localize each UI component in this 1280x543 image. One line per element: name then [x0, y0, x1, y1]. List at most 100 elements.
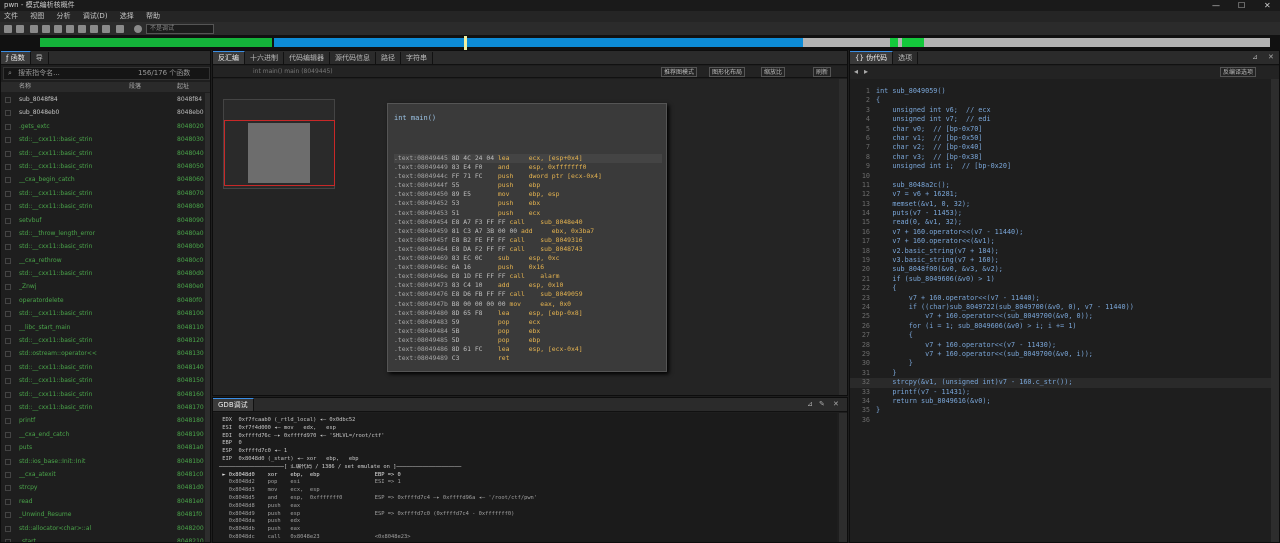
- code-line[interactable]: 32 strcpy(&v1, (unsigned int)v7 - 160.c_…: [850, 378, 1279, 388]
- menu-analyze[interactable]: 分析: [56, 11, 70, 22]
- function-row[interactable]: printf 8048180: [1, 414, 210, 427]
- play-icon[interactable]: [54, 25, 62, 33]
- code-line[interactable]: 6 char v1; // [bp-0x50]: [850, 134, 1279, 143]
- minimize-button[interactable]: —: [1212, 0, 1220, 11]
- code-line[interactable]: 22 {: [850, 284, 1279, 293]
- step-over-icon[interactable]: [66, 25, 74, 33]
- row-checkbox[interactable]: [5, 458, 11, 465]
- instruction-line[interactable]: .text:0804946c 6A 16 push 0x16: [394, 263, 662, 272]
- code-line[interactable]: 11 sub_8048a2c();: [850, 181, 1279, 190]
- close-button[interactable]: ✕: [1264, 0, 1271, 11]
- row-checkbox[interactable]: [5, 297, 11, 304]
- code-line[interactable]: 33 printf(v7 - 11431);: [850, 388, 1279, 397]
- debugger-scrollbar[interactable]: [839, 413, 847, 542]
- code-line[interactable]: 18 v2.basic_string(v7 + 184);: [850, 247, 1279, 256]
- row-checkbox[interactable]: [5, 338, 11, 345]
- row-checkbox[interactable]: [5, 177, 11, 184]
- function-row[interactable]: std::__cxx11::basic_strin 8048160: [1, 388, 210, 401]
- code-line[interactable]: 17 v7 + 160.operator<<(&v1);: [850, 237, 1279, 246]
- code-line[interactable]: 36: [850, 416, 1279, 425]
- function-row[interactable]: setvbuf 8048090: [1, 214, 210, 227]
- instruction-line[interactable]: .text:0804945f E8 B2 FE FF FF call sub_8…: [394, 236, 662, 245]
- instruction-line[interactable]: .text:08049485 5D pop ebp: [394, 336, 662, 345]
- graph-scrollbar[interactable]: [839, 79, 847, 395]
- code-line[interactable]: 29 v7 + 160.operator<<(sub_8049700(&v0, …: [850, 350, 1279, 359]
- code-line[interactable]: 13 memset(&v1, 0, 32);: [850, 200, 1279, 209]
- function-row[interactable]: __cxa_end_catch 8048190: [1, 428, 210, 441]
- instruction-line[interactable]: .text:0804944c FF 71 FC push dword ptr […: [394, 172, 662, 181]
- function-row[interactable]: strcpy 80481d0: [1, 481, 210, 494]
- row-checkbox[interactable]: [5, 485, 11, 492]
- function-row[interactable]: operatordelete 80480f0: [1, 294, 210, 307]
- row-checkbox[interactable]: [5, 471, 11, 478]
- tab-disasm-3[interactable]: 源代码信息: [330, 52, 376, 65]
- function-row[interactable]: std::ostream::operator<< 8048130: [1, 347, 210, 360]
- code-line[interactable]: 7 char v2; // [bp-0x40]: [850, 143, 1279, 152]
- refresh-button[interactable]: 刷新: [813, 67, 832, 77]
- code-line[interactable]: 10: [850, 172, 1279, 181]
- function-row[interactable]: __libc_start_main 8048110: [1, 321, 210, 334]
- instruction-line[interactable]: .text:0804947b B8 00 00 00 00 mov eax, 0…: [394, 300, 662, 309]
- row-checkbox[interactable]: [5, 364, 11, 371]
- cursor-icon[interactable]: [116, 25, 124, 33]
- tab-imports[interactable]: 导: [31, 52, 49, 65]
- pane-menu-icon[interactable]: ✎: [819, 400, 825, 408]
- code-line[interactable]: 25 v7 + 160.operator<<(sub_8049700(&v0, …: [850, 312, 1279, 321]
- code-line[interactable]: 5 char v0; // [bp-0x70]: [850, 125, 1279, 134]
- maximize-button[interactable]: ☐: [1238, 0, 1245, 11]
- stop-icon[interactable]: [134, 25, 142, 33]
- col-address[interactable]: 起址: [177, 82, 189, 92]
- functions-scrollbar[interactable]: [205, 93, 210, 542]
- instruction-line[interactable]: .text:08049473 83 C4 10 add esp, 0x10: [394, 281, 662, 290]
- tab-disasm-2[interactable]: 代码编辑器: [284, 52, 330, 65]
- function-row[interactable]: std::__cxx11::basic_strin 8048170: [1, 401, 210, 414]
- run-back-icon[interactable]: [42, 25, 50, 33]
- code-line[interactable]: 8 char v3; // [bp-0x38]: [850, 153, 1279, 162]
- graph-mode-button[interactable]: 推荐图模式: [661, 67, 698, 77]
- instruction-line[interactable]: .text:08049486 8D 61 FC lea esp, [ecx-0x…: [394, 345, 662, 354]
- undo-icon[interactable]: [90, 25, 98, 33]
- menu-debug[interactable]: 调试(D): [83, 11, 108, 22]
- tab-options[interactable]: 选项: [893, 52, 919, 65]
- instruction-line[interactable]: .text:08049469 83 EC 0C sub esp, 0xc: [394, 254, 662, 263]
- instruction-line[interactable]: .text:08049454 E8 A7 F3 FF FF call sub_8…: [394, 218, 662, 227]
- code-line[interactable]: 4 unsigned int v7; // edi: [850, 115, 1279, 124]
- row-checkbox[interactable]: [5, 110, 11, 117]
- function-row[interactable]: __cxa_begin_catch 8048060: [1, 173, 210, 186]
- row-checkbox[interactable]: [5, 512, 11, 519]
- row-checkbox[interactable]: [5, 150, 11, 157]
- row-checkbox[interactable]: [5, 525, 11, 532]
- row-checkbox[interactable]: [5, 378, 11, 385]
- tab-disasm-0[interactable]: 反汇编: [213, 51, 245, 64]
- code-line[interactable]: 21 if (sub_8049606(&v0) > 1): [850, 275, 1279, 284]
- row-checkbox[interactable]: [5, 351, 11, 358]
- minimap-viewport[interactable]: [224, 120, 335, 186]
- redo-icon[interactable]: [102, 25, 110, 33]
- row-checkbox[interactable]: [5, 163, 11, 170]
- code-line[interactable]: 26 for (i = 1; sub_8049606(&v0) > i; i +…: [850, 322, 1279, 331]
- navigation-band[interactable]: [0, 36, 1280, 50]
- menu-help[interactable]: 帮助: [146, 11, 160, 22]
- layout-select[interactable]: 图形化布局: [709, 67, 746, 77]
- code-line[interactable]: 15 read(0, &v1, 32);: [850, 218, 1279, 227]
- code-line[interactable]: 19 v3.basic_string(v7 + 160);: [850, 256, 1279, 265]
- function-row[interactable]: std::__cxx11::basic_strin 80480d0: [1, 267, 210, 280]
- tab-disasm-1[interactable]: 十六进制: [245, 52, 284, 65]
- function-row[interactable]: puts 80481a0: [1, 441, 210, 454]
- row-checkbox[interactable]: [5, 204, 11, 211]
- code-line[interactable]: 16 v7 + 160.operator<<(v7 - 11440);: [850, 228, 1279, 237]
- row-checkbox[interactable]: [5, 244, 11, 251]
- function-row[interactable]: std::allocator<char>::al 8048200: [1, 522, 210, 535]
- code-line[interactable]: 35}: [850, 406, 1279, 415]
- code-line[interactable]: 31 }: [850, 369, 1279, 378]
- save-icon[interactable]: [16, 25, 24, 33]
- function-row[interactable]: std::__cxx11::basic_strin 8048120: [1, 334, 210, 347]
- instruction-line[interactable]: .text:08049445 8D 4C 24 04 lea ecx, [esp…: [394, 154, 662, 164]
- tab-functions[interactable]: ƒ 函数: [1, 51, 31, 64]
- tab-gdb[interactable]: GDB调试: [213, 398, 254, 411]
- instruction-line[interactable]: .text:0804946e E8 1D FE FF FF call alarm: [394, 272, 662, 281]
- function-row[interactable]: sub_8048f84 8048f84: [1, 93, 210, 106]
- code-line[interactable]: 27 {: [850, 331, 1279, 340]
- code-line[interactable]: 30 }: [850, 359, 1279, 368]
- function-row[interactable]: __cxa_rethrow 80480c0: [1, 254, 210, 267]
